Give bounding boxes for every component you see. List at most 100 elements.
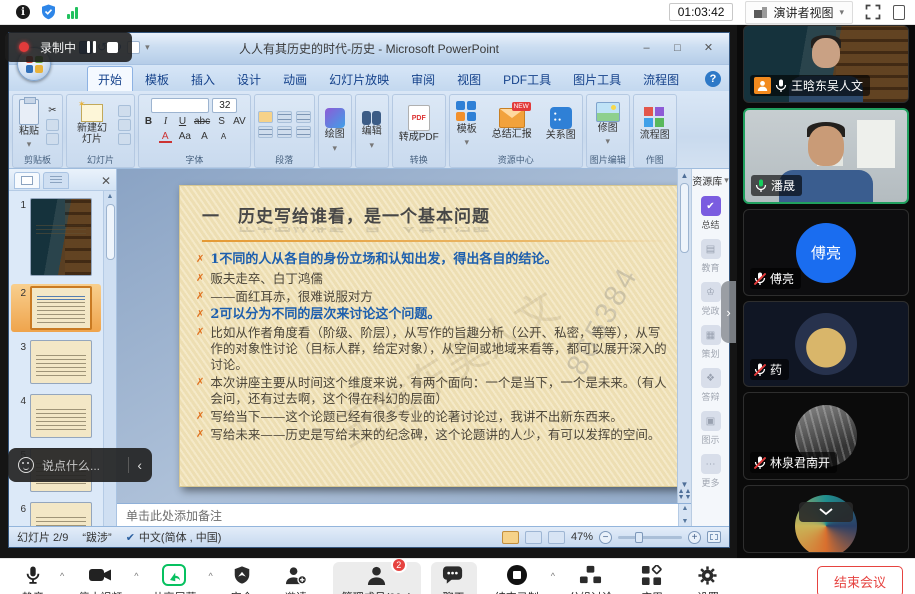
numbering-icon[interactable] xyxy=(277,111,292,123)
video-tile-5[interactable]: 林泉君南开 xyxy=(743,392,909,480)
shrink-font-button[interactable]: A xyxy=(217,130,230,143)
tab-insert[interactable]: 插入 xyxy=(181,67,225,91)
resource-item-more[interactable]: ⋯ 更多 xyxy=(701,454,721,489)
video-tile-6[interactable] xyxy=(743,485,909,553)
fit-to-window-button[interactable] xyxy=(707,531,721,543)
slide-thumbnail-3[interactable]: 3 xyxy=(11,338,101,386)
security-shield-icon[interactable] xyxy=(41,4,56,20)
tab-pdf-tools[interactable]: PDF工具 xyxy=(493,67,561,91)
relation-diagram-button[interactable]: 关系图 xyxy=(543,106,579,143)
paste-button[interactable]: 粘贴 ▾ xyxy=(16,98,42,152)
collapse-tiles-button[interactable] xyxy=(799,502,853,522)
maximize-button[interactable]: □ xyxy=(665,39,690,56)
new-slide-button[interactable]: 新建幻灯片 xyxy=(70,103,114,146)
italic-button[interactable]: I xyxy=(159,115,172,128)
template-button[interactable]: 模板 ▾ xyxy=(453,100,481,150)
panel-collapse-handle[interactable]: › xyxy=(721,281,736,343)
help-icon[interactable]: ? xyxy=(705,71,721,87)
resource-item-party[interactable]: ♔ 党政 xyxy=(701,282,721,317)
language-indicator[interactable]: 中文(简体 , 中国) xyxy=(139,529,222,545)
manage-members-button[interactable]: 2 管理成员(99+) xyxy=(333,562,421,594)
edit-button[interactable]: 编辑 ▾ xyxy=(359,110,385,152)
tab-animation[interactable]: 动画 xyxy=(273,67,317,91)
tab-design[interactable]: 设计 xyxy=(227,67,271,91)
slide-thumbnail-4[interactable]: 4 xyxy=(11,392,101,440)
video-tile-4[interactable]: 药 xyxy=(743,301,909,387)
end-meeting-button[interactable]: 结束会议 xyxy=(817,566,903,594)
slide-canvas[interactable]: 一 历史写给谁看，是一个基本问题 一 历史写给谁看，是一个基本问题 ✗ 1不同的… xyxy=(117,169,677,503)
tab-slideshow[interactable]: 幻灯片放映 xyxy=(319,67,399,91)
sidebar-toggle-icon[interactable] xyxy=(893,5,905,20)
fullscreen-icon[interactable] xyxy=(865,4,881,20)
notes-area[interactable]: 单击此处添加备注 ▲▼ xyxy=(117,503,691,526)
share-screen-button[interactable]: 共享屏幕 xyxy=(144,564,204,594)
slides-tab[interactable] xyxy=(14,172,40,189)
zoom-out-button[interactable]: − xyxy=(599,531,612,544)
resource-item-summary[interactable]: ✔ 总结 xyxy=(701,196,721,231)
shadow-button[interactable]: S xyxy=(215,115,228,128)
bullets-icon[interactable] xyxy=(258,111,273,123)
current-slide[interactable]: 一 历史写给谁看，是一个基本问题 一 历史写给谁看，是一个基本问题 ✗ 1不同的… xyxy=(179,185,677,487)
chat-input-placeholder[interactable]: 说点什么... xyxy=(42,457,100,474)
reset-icon[interactable] xyxy=(118,119,131,131)
strikethrough-button[interactable]: abc xyxy=(193,115,211,128)
mute-button[interactable]: 静音 xyxy=(10,564,56,594)
bold-button[interactable]: B xyxy=(142,115,155,128)
slide-thumbnail-2-selected[interactable]: 2 xyxy=(11,284,101,332)
cut-icon[interactable]: ✂ xyxy=(46,104,59,117)
close-pane-icon[interactable]: ✕ xyxy=(101,175,111,187)
tab-home[interactable]: 开始 xyxy=(87,66,133,91)
video-tile-1[interactable]: 王晗东吴人文 xyxy=(743,25,909,103)
layout-icon[interactable] xyxy=(118,105,131,117)
delete-slide-icon[interactable] xyxy=(118,133,131,145)
minimize-button[interactable]: – xyxy=(634,39,659,56)
emoji-icon[interactable] xyxy=(18,457,34,473)
breakout-rooms-button[interactable]: 分组讨论 xyxy=(561,564,621,594)
slide-scrollbar[interactable]: ▲ ▼ ▲▲ ▼▼ xyxy=(677,169,691,503)
convert-pdf-button[interactable]: PDF 转成PDF xyxy=(396,104,442,145)
slideshow-button[interactable] xyxy=(548,531,565,544)
char-spacing-button[interactable]: AV xyxy=(232,115,247,128)
recording-options-icon[interactable]: ^ xyxy=(551,571,555,581)
apps-button[interactable]: 应用 xyxy=(629,564,675,594)
stop-video-button[interactable]: 停止视频 xyxy=(70,564,130,594)
camera-options-icon[interactable]: ^ xyxy=(134,571,138,581)
pause-recording-button[interactable] xyxy=(87,41,96,53)
tab-review[interactable]: 审阅 xyxy=(401,67,445,91)
next-slide-button[interactable]: ▼▼ xyxy=(678,495,692,501)
resource-item-diagram[interactable]: ▣ 图示 xyxy=(701,411,721,446)
outline-tab[interactable] xyxy=(43,172,69,189)
view-mode-button[interactable]: 演讲者视图 ▾ xyxy=(745,1,853,24)
zoom-slider[interactable] xyxy=(618,536,682,539)
resource-item-planning[interactable]: ▦ 策划 xyxy=(701,325,721,360)
end-recording-button[interactable]: 结束录制 xyxy=(487,564,547,594)
normal-view-button[interactable] xyxy=(502,531,519,544)
collapse-chat-icon[interactable]: ‹ xyxy=(137,458,142,472)
settings-button[interactable]: 设置 xyxy=(685,564,731,594)
format-painter-icon[interactable] xyxy=(46,133,59,145)
stop-recording-button[interactable] xyxy=(107,42,118,53)
slide-thumbnail-6[interactable]: 6 xyxy=(11,500,101,526)
spell-check-icon[interactable]: ✔ xyxy=(126,531,135,544)
font-size-select[interactable]: 32 xyxy=(212,98,237,113)
security-button[interactable]: 安全 xyxy=(219,564,265,594)
align-left-icon[interactable] xyxy=(258,126,273,138)
meeting-info-icon[interactable]: i xyxy=(16,5,30,19)
chat-button[interactable]: 聊天 xyxy=(431,562,477,594)
zoom-in-button[interactable]: + xyxy=(688,531,701,544)
copy-icon[interactable] xyxy=(46,119,59,131)
tab-flowchart[interactable]: 流程图 xyxy=(633,67,689,91)
mic-options-icon[interactable]: ^ xyxy=(60,571,64,581)
align-center-icon[interactable] xyxy=(277,126,292,138)
scroll-up-icon[interactable]: ▲ xyxy=(107,193,114,200)
underline-button[interactable]: U xyxy=(176,115,189,128)
qat-more-icon[interactable]: ▾ xyxy=(145,42,150,53)
slide-thumbnail-1[interactable]: 1 xyxy=(11,196,101,278)
summary-report-button[interactable]: NEW 总结汇报 xyxy=(489,107,535,142)
video-tile-2-active-speaker[interactable]: 潘晟 xyxy=(743,108,909,204)
slide-sorter-button[interactable] xyxy=(525,531,542,544)
scroll-up-icon[interactable]: ▲ xyxy=(681,171,689,180)
retouch-button[interactable]: 修图 ▾ xyxy=(593,101,623,149)
font-color-button[interactable]: A xyxy=(159,130,172,143)
resource-library-header[interactable]: 资源库 ▾ xyxy=(692,173,729,188)
